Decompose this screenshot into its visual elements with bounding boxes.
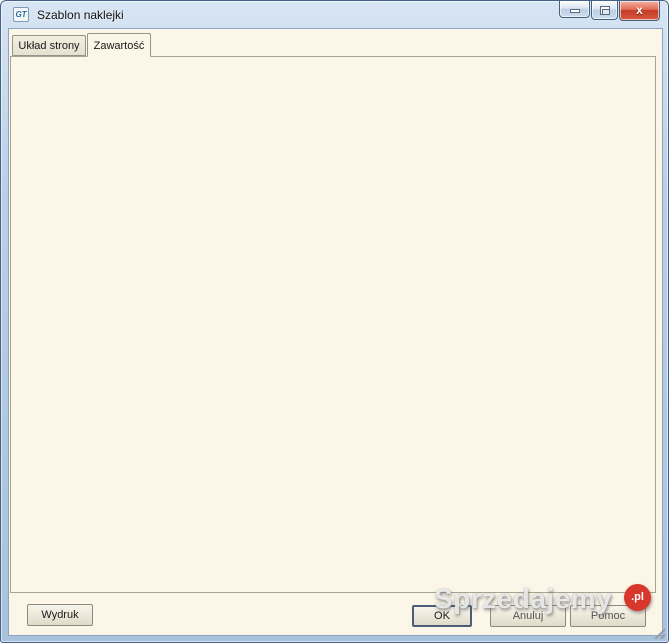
window-title: Szablon naklejki xyxy=(37,8,124,22)
maximize-icon xyxy=(600,6,610,15)
tab-page-zawartosc xyxy=(10,56,656,593)
close-button[interactable]: x xyxy=(619,1,660,21)
minimize-button[interactable] xyxy=(559,1,590,18)
close-icon: x xyxy=(620,3,659,17)
title-bar[interactable]: GT Szablon naklejki x xyxy=(1,1,668,28)
minimize-icon xyxy=(570,9,580,13)
tab-zawartosc[interactable]: Zawartość xyxy=(87,33,151,57)
help-button[interactable]: Pomoc xyxy=(570,605,646,627)
cancel-button[interactable]: Anuluj xyxy=(490,605,566,627)
ok-button[interactable]: OK xyxy=(412,605,472,627)
app-icon: GT xyxy=(13,7,29,22)
print-button[interactable]: Wydruk xyxy=(27,604,93,626)
maximize-button[interactable] xyxy=(591,1,618,20)
tab-uklad-strony[interactable]: Układ strony xyxy=(12,35,86,56)
dialog-client-area: Układ strony Zawartość Nazwa szablonu na… xyxy=(8,28,663,636)
dialog-window: GT Szablon naklejki x Układ strony Zawar… xyxy=(0,0,669,643)
